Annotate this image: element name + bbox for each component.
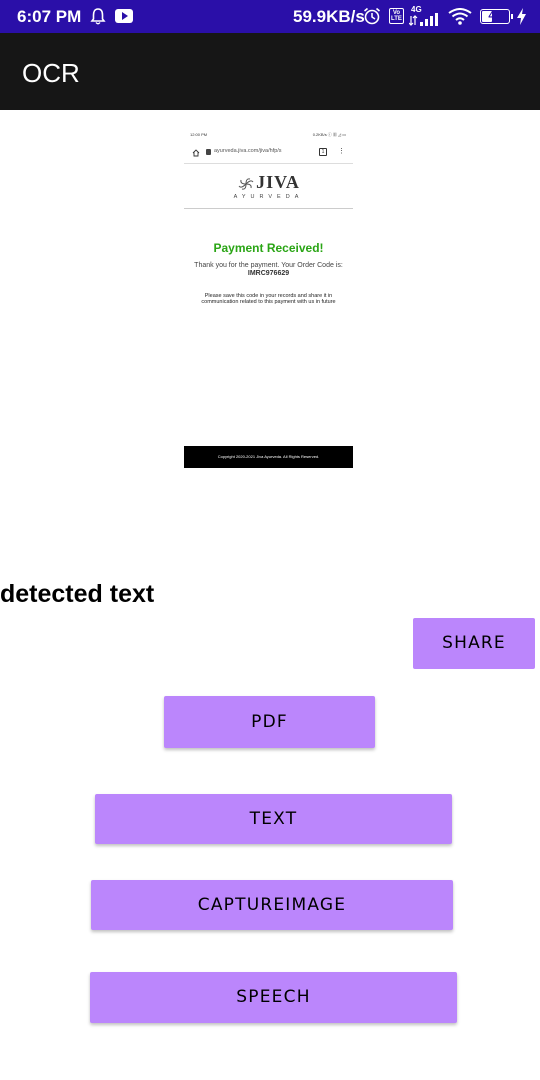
- alarm-icon: [363, 7, 381, 25]
- detected-text: detected text: [0, 580, 155, 608]
- signal-icon: [409, 13, 438, 26]
- text-button[interactable]: TEXT: [95, 794, 452, 844]
- payment-message: Thank you for the payment. Your Order Co…: [190, 262, 347, 278]
- captured-image: 12:00 PM 0.2KB/s ⓘ ▦ ◿ ▭ ayurveda.jiva.c…: [184, 126, 353, 468]
- order-code: IMRC976629: [247, 270, 290, 277]
- status-time: 6:07 PM: [17, 7, 82, 26]
- network-speed: 59.9KB/s: [293, 7, 365, 26]
- speech-button[interactable]: SPEECH: [90, 972, 457, 1023]
- youtube-icon: [115, 9, 133, 23]
- battery-icon: 41: [480, 9, 510, 24]
- divider: [184, 208, 353, 209]
- image-status-icons: 0.2KB/s ⓘ ▦ ◿ ▭: [312, 132, 346, 137]
- payment-note: Please save this code in your records an…: [201, 293, 336, 305]
- jiva-logo-subtitle: AYURVEDA: [233, 194, 304, 200]
- lock-icon: [206, 149, 211, 155]
- image-status-time: 12:00 PM: [190, 132, 208, 137]
- jiva-logo-mark-icon: [238, 178, 254, 190]
- app-title: OCR: [22, 58, 80, 88]
- capture-image-button[interactable]: CAPTUREIMAGE: [91, 880, 453, 930]
- payment-message-text: Thank you for the payment. Your Order Co…: [194, 262, 343, 269]
- app-bar: OCR: [0, 33, 540, 110]
- image-status-bar: 12:00 PM 0.2KB/s ⓘ ▦ ◿ ▭: [190, 132, 348, 140]
- home-icon: [192, 149, 200, 157]
- jiva-logo: JIVA: [184, 172, 353, 193]
- wifi-icon: [448, 8, 472, 25]
- image-url-bar: ayurveda.jiva.com/jiva/hfp/s 1 ⋮: [184, 144, 353, 164]
- image-url: ayurveda.jiva.com/jiva/hfp/s: [214, 148, 282, 154]
- payment-heading: Payment Received!: [213, 241, 324, 255]
- tabs-icon: 1: [319, 148, 327, 156]
- battery-tip: [511, 14, 513, 19]
- status-bar: 6:07 PM 59.9KB/s Vo LTE 4G 41: [0, 0, 540, 33]
- pdf-button[interactable]: PDF: [164, 696, 375, 748]
- share-button[interactable]: SHARE: [413, 618, 535, 669]
- battery-level: 41: [488, 10, 501, 22]
- more-icon: ⋮: [338, 148, 345, 155]
- volte-icon: Vo LTE: [389, 8, 404, 24]
- image-footer: Copyright 2020-2021 Jiva Ayurveda. All R…: [184, 446, 353, 468]
- bell-icon: [90, 8, 106, 25]
- charging-icon: [517, 8, 526, 25]
- jiva-logo-text: JIVA: [256, 172, 300, 192]
